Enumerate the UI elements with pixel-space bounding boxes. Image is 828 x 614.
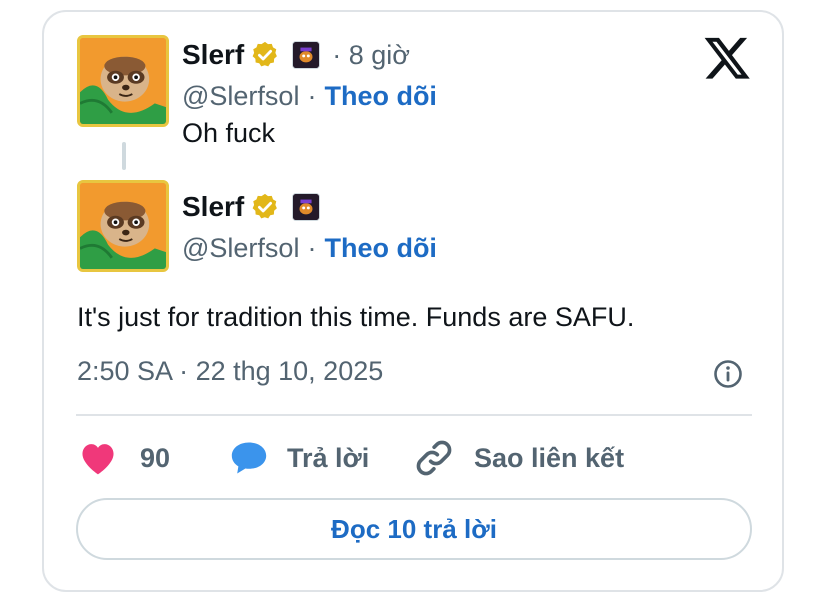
avatar[interactable] [77, 35, 169, 127]
divider [76, 414, 752, 416]
copy-link-button[interactable]: Sao liên kết [414, 436, 624, 480]
like-button[interactable]: 90 [78, 436, 170, 480]
read-replies-label: Đọc 10 trả lời [331, 513, 497, 544]
separator-dot: · [307, 232, 317, 263]
sloth-avatar-image [80, 38, 166, 124]
heart-icon [82, 444, 114, 475]
verified-badge-icon [252, 193, 278, 219]
follow-link[interactable]: Theo dõi [324, 233, 436, 264]
tweet-1-handle-row: @Slerfsol · Theo dõi [182, 76, 437, 116]
info-icon[interactable] [712, 358, 744, 390]
sloth-avatar-image [80, 183, 166, 269]
tweet-1-author-row: Slerf · 8 giờ [182, 35, 410, 75]
reply-button[interactable]: Trả lời [229, 436, 369, 480]
separator-dot: · [307, 80, 317, 111]
author-handle[interactable]: @Slerfsol [182, 233, 299, 264]
tweet-time[interactable]: · 8 giờ [332, 40, 410, 71]
x-logo-icon[interactable] [704, 36, 750, 80]
copy-link-label: Sao liên kết [474, 442, 625, 473]
reply-label: Trả lời [287, 442, 370, 473]
author-handle[interactable]: @Slerfsol [182, 81, 299, 112]
tweet-2-handle-row: @Slerfsol · Theo dõi [182, 228, 437, 268]
verified-badge-icon [252, 41, 278, 67]
avatar[interactable] [77, 180, 169, 272]
reply-bubble-icon [231, 442, 267, 474]
tweet-2-text: It's just for tradition this time. Funds… [77, 302, 635, 332]
thread-connector-line [122, 142, 126, 170]
like-count: 90 [140, 442, 171, 473]
author-name[interactable]: Slerf [182, 39, 244, 71]
affiliate-badge-icon[interactable] [292, 41, 321, 69]
follow-link[interactable]: Theo dõi [324, 81, 436, 112]
tweet-2-author-row: Slerf [182, 187, 321, 227]
tweet-1-text: Oh fuck [182, 118, 276, 148]
link-icon [416, 440, 452, 476]
tweet-timestamp[interactable]: 2:50 SA · 22 thg 10, 2025 [77, 356, 383, 387]
read-replies-button[interactable]: Đọc 10 trả lời [76, 498, 752, 560]
affiliate-badge-icon[interactable] [292, 193, 321, 221]
author-name[interactable]: Slerf [182, 191, 244, 223]
